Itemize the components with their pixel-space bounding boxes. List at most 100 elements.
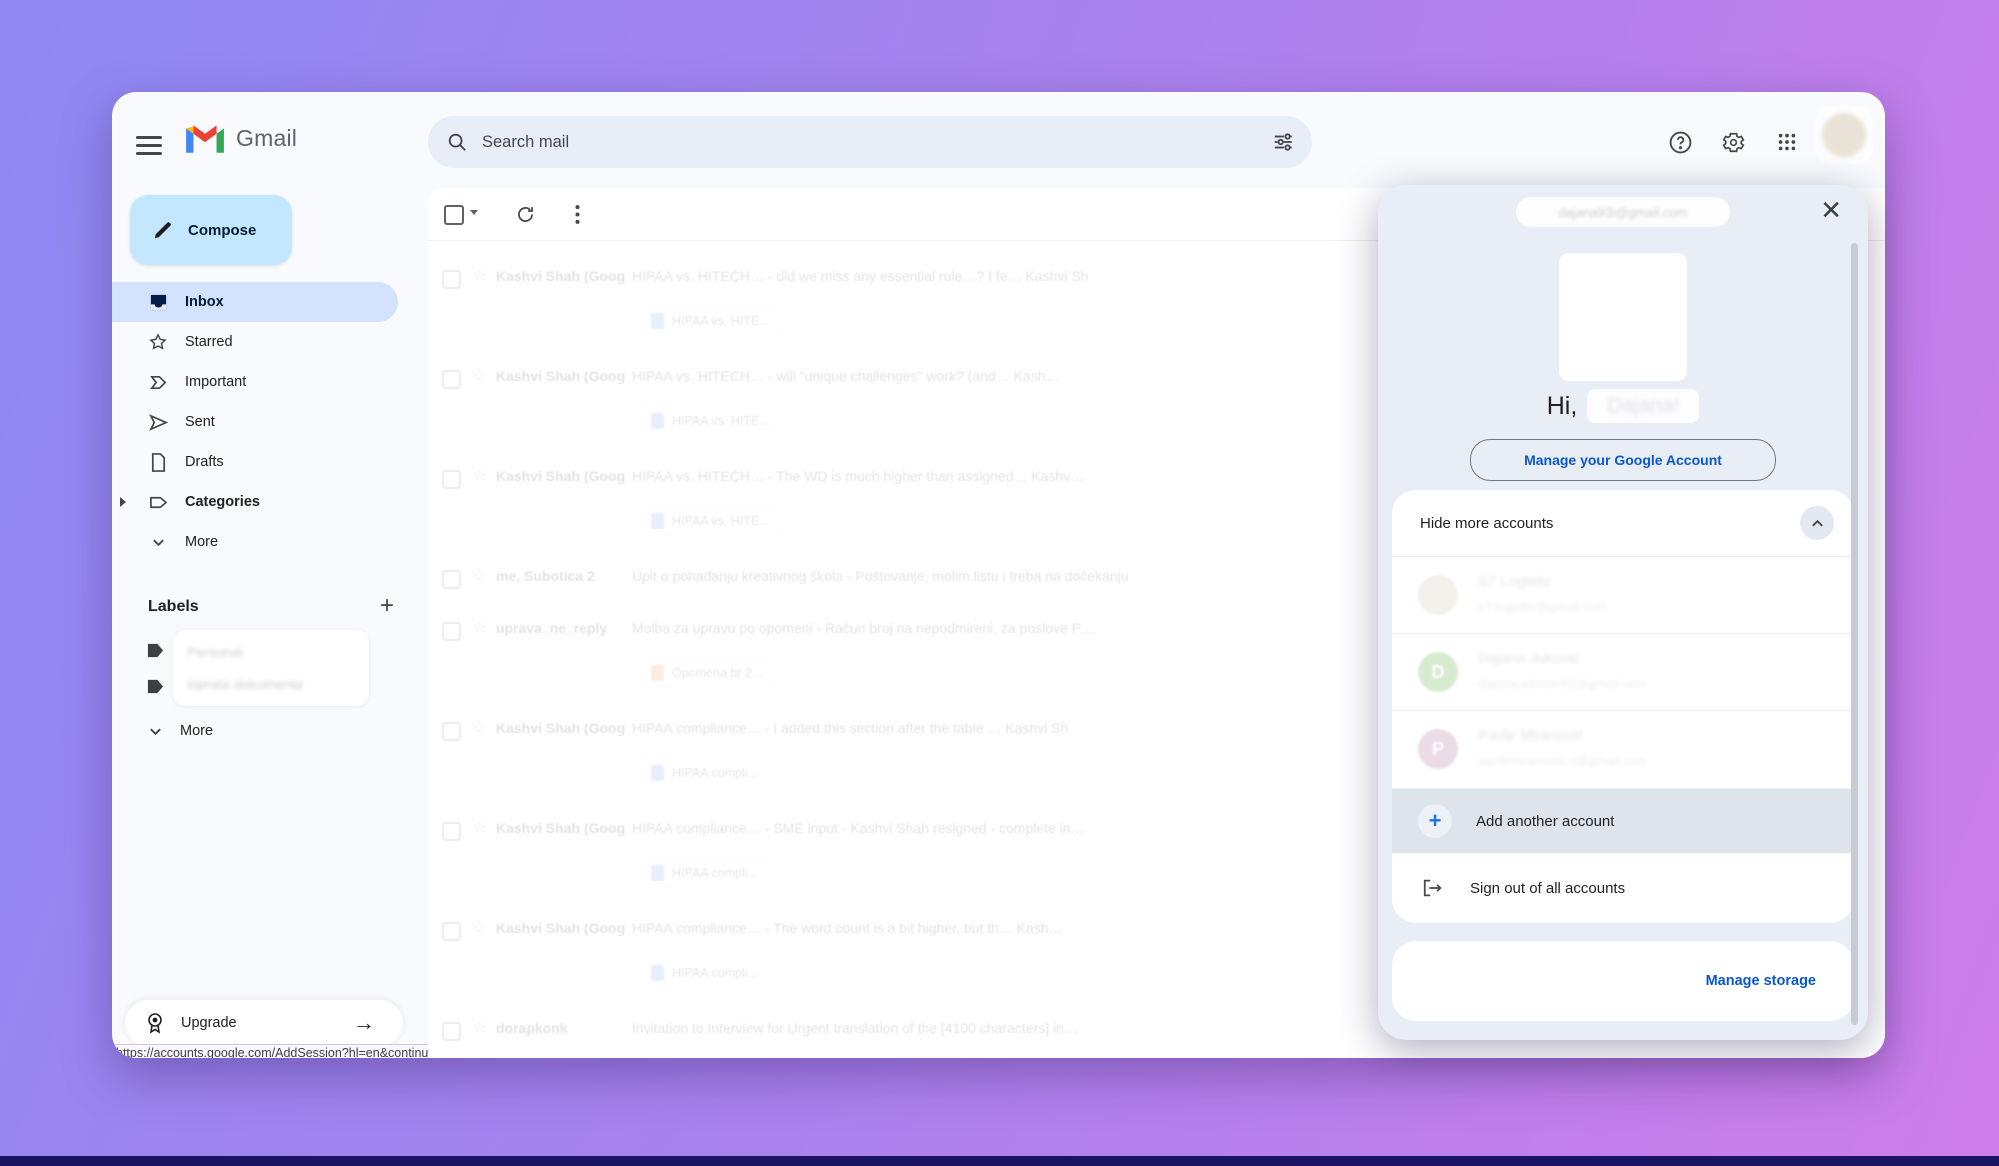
account-avatar-large[interactable] [1559,253,1687,381]
account-name: Pavle Miranović [1478,727,1584,744]
document-icon [651,965,664,981]
star-icon[interactable]: ☆ [472,466,487,486]
sidebar-item-label: Drafts [185,454,224,470]
document-icon [651,413,664,429]
sidebar-more-labels[interactable]: More [112,711,398,751]
star-icon[interactable]: ☆ [472,618,487,638]
email-sender: dorapkonk [496,1020,626,1036]
apps-grid-icon[interactable] [1773,128,1801,156]
main-menu-icon[interactable] [136,131,162,153]
sidebar-item-label: More [185,534,218,550]
sidebar-item-sent[interactable]: Sent [112,402,398,442]
sidebar-item-important[interactable]: Important [112,362,398,402]
desktop-background: Gmail Search mail [0,0,1999,1166]
account-list-item[interactable]: S7 Logistics7.logistic@gmail.com [1392,557,1854,634]
sign-out-all-button[interactable]: Sign out of all accounts [1392,853,1854,923]
chevron-up-icon[interactable] [1800,506,1834,540]
close-icon[interactable]: ✕ [1820,197,1842,223]
star-icon[interactable]: ☆ [472,918,487,938]
more-vert-icon[interactable] [564,201,590,227]
row-checkbox[interactable] [442,370,461,389]
row-checkbox[interactable] [442,722,461,741]
attachment-name: HIPAA vs. HITE... [672,514,770,528]
row-checkbox[interactable] [442,470,461,489]
hide-more-accounts-button[interactable]: Hide more accounts [1392,490,1854,556]
refresh-icon[interactable] [512,201,538,227]
account-email-pill: dajana93i@gmail.com [1516,197,1730,227]
row-checkbox[interactable] [442,822,461,841]
document-icon [651,865,664,881]
attachment-chip[interactable]: Opomena br 2... [638,658,775,688]
sidebar-item-categories[interactable]: Categories [112,482,398,522]
account-avatar [1418,575,1458,615]
popup-scrollbar[interactable] [1851,243,1858,1025]
account-list-item[interactable]: PPavle Miranovićpavlemiranovic.v@gmail.c… [1392,711,1854,788]
label-tag-icon [148,493,168,512]
expand-caret-icon[interactable] [120,497,126,507]
sidebar-item-label: Important [185,374,246,390]
label-tag-icon [146,678,165,695]
star-icon[interactable]: ☆ [472,566,487,586]
sidebar-item-starred[interactable]: Starred [112,322,398,362]
email-sender: Kashvi Shah (Google… [496,468,626,484]
sidebar-label-item[interactable] [112,632,412,668]
labels-header: Labels + [112,588,412,626]
send-icon [148,413,168,432]
attachment-chip[interactable]: HIPAA vs. HITE... [638,406,783,436]
email-sender: Kashvi Shah (Google. [496,268,626,284]
account-email: s7.logistic@gmail.com [1478,599,1608,614]
account-list-item[interactable]: DDajana Jukovićdajana.jukovic93@gmail.co… [1392,634,1854,711]
arrow-right-icon[interactable]: → [353,1010,375,1036]
star-icon[interactable]: ☆ [472,1018,487,1038]
row-checkbox[interactable] [442,922,461,941]
upgrade-button[interactable]: Upgrade → [125,1000,403,1046]
search-icon[interactable] [446,131,468,153]
row-checkbox[interactable] [442,270,461,289]
select-caret-icon[interactable] [470,210,478,215]
attachment-name: HIPAA vs. HITE... [672,314,770,328]
search-bar[interactable]: Search mail [428,116,1312,168]
select-all-checkbox[interactable] [444,205,464,225]
star-icon[interactable]: ☆ [472,266,487,286]
badge-seal-icon [145,1012,165,1034]
email-sender: uprava_ne_reply [496,620,626,636]
settings-gear-icon[interactable] [1719,128,1747,156]
row-checkbox[interactable] [442,622,461,641]
sidebar-item-label: Starred [185,334,233,350]
attachment-chip[interactable]: HIPAA vs. HITE... [638,306,783,336]
star-icon[interactable]: ☆ [472,818,487,838]
attachment-chip[interactable]: HIPAA vs. HITE... [638,506,783,536]
accounts-card: Hide more accounts S7 Logistics7.logisti… [1392,490,1854,788]
star-icon[interactable]: ☆ [472,718,487,738]
important-marker-icon [148,373,168,392]
document-icon [651,765,664,781]
row-checkbox[interactable] [442,1022,461,1041]
attachment-chip[interactable]: HIPAA compli... [638,758,771,788]
account-avatar-button[interactable] [1815,106,1873,164]
email-sender: Kashvi Shah (Google, [496,920,626,936]
account-email: pavlemiranovic.v@gmail.com [1478,753,1647,768]
sidebar-item-more[interactable]: More [112,522,398,562]
attachment-name: HIPAA vs. HITE... [672,414,770,428]
sidebar-item-label: Inbox [185,294,224,310]
create-label-plus-icon[interactable]: + [380,592,394,620]
manage-storage-link[interactable]: Manage storage [1706,973,1816,989]
compose-button[interactable]: Compose [130,195,292,265]
search-input[interactable]: Search mail [482,133,1272,152]
attachment-chip[interactable]: HIPAA compli... [638,858,771,888]
sidebar-item-label: Categories [185,494,260,510]
star-icon[interactable]: ☆ [472,366,487,386]
inbox-icon [148,293,168,312]
add-another-account-button[interactable]: + Add another account [1392,789,1854,853]
tune-icon[interactable] [1272,131,1294,153]
document-icon [651,513,664,529]
attachment-chip[interactable]: HIPAA compli... [638,958,771,988]
storage-card: Manage storage [1392,941,1854,1021]
sidebar-label-item[interactable] [112,668,412,704]
row-checkbox[interactable] [442,570,461,589]
compose-label: Compose [188,222,256,239]
help-icon[interactable] [1666,128,1694,156]
manage-google-account-button[interactable]: Manage your Google Account [1470,439,1776,481]
sidebar-item-drafts[interactable]: Drafts [112,442,398,482]
sidebar-item-inbox[interactable]: Inbox [112,282,398,322]
